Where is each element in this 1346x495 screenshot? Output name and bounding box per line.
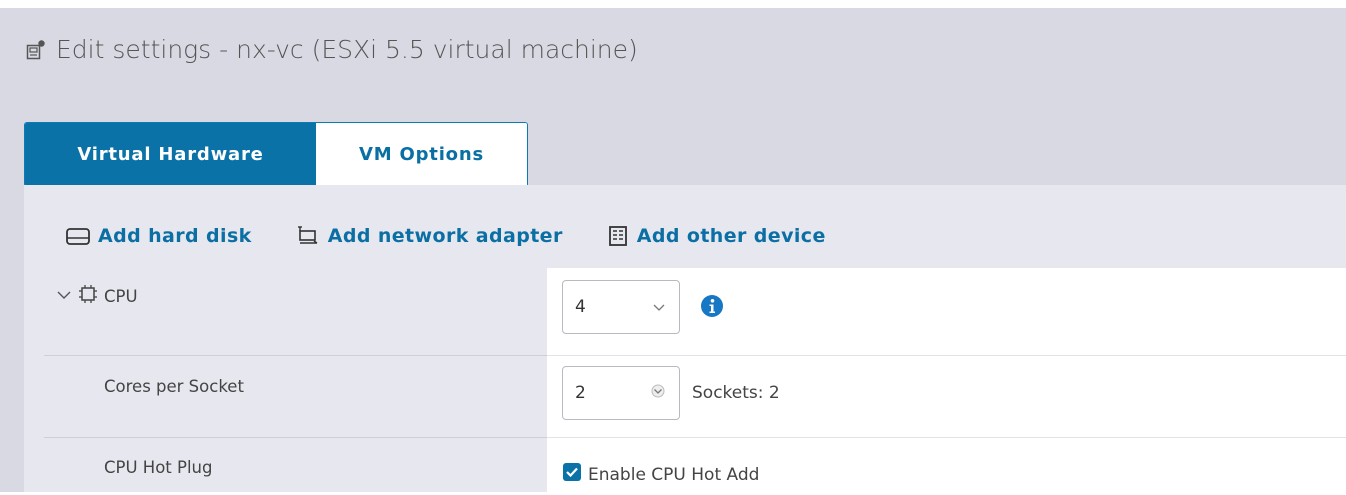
cores-per-socket-row: Cores per Socket 2 Sockets: 2 bbox=[44, 355, 1346, 437]
cpu-label: CPU bbox=[104, 286, 138, 306]
dialog-title: Edit settings - nx-vc (ESXi 5.5 virtual … bbox=[26, 35, 638, 64]
cores-per-socket-value: 2 bbox=[575, 383, 586, 403]
add-hard-disk-button[interactable]: Add hard disk bbox=[66, 225, 252, 247]
cores-per-socket-value-cell: 2 Sockets: 2 bbox=[547, 355, 1346, 437]
checkbox-checked-icon[interactable] bbox=[562, 462, 582, 487]
select-chevron-icon bbox=[651, 383, 665, 403]
other-device-icon bbox=[607, 225, 629, 247]
cpu-value-cell: 4 bbox=[547, 268, 1346, 355]
cpu-count-select[interactable]: 4 bbox=[562, 280, 680, 334]
select-chevron-icon bbox=[653, 297, 665, 317]
add-hard-disk-label: Add hard disk bbox=[98, 225, 252, 247]
cpu-hot-plug-value-cell: Enable CPU Hot Add bbox=[547, 437, 1346, 495]
vm-settings-icon bbox=[26, 39, 46, 61]
tab-vm-options[interactable]: VM Options bbox=[316, 123, 527, 186]
enable-cpu-hot-add[interactable]: Enable CPU Hot Add bbox=[562, 462, 759, 487]
cores-per-socket-select[interactable]: 2 bbox=[562, 366, 680, 420]
cpu-label-cell: CPU bbox=[44, 268, 547, 355]
cpu-hot-plug-row: CPU Hot Plug Enable CPU Hot Add bbox=[44, 437, 1346, 495]
chevron-down-icon[interactable] bbox=[56, 287, 72, 306]
cores-per-socket-label: Cores per Socket bbox=[44, 355, 547, 437]
cpu-count-value: 4 bbox=[575, 297, 586, 317]
enable-cpu-hot-add-label: Enable CPU Hot Add bbox=[588, 464, 760, 485]
hardware-grid: CPU 4 Cores per Socket 2 Sockets: 2 CPU … bbox=[44, 268, 1346, 495]
add-other-device-button[interactable]: Add other device bbox=[607, 225, 826, 247]
dialog-title-text: Edit settings - nx-vc (ESXi 5.5 virtual … bbox=[56, 35, 638, 64]
info-icon[interactable] bbox=[700, 294, 724, 318]
tab-virtual-hardware[interactable]: Virtual Hardware bbox=[25, 123, 316, 186]
hardware-toolbar: Add hard disk Add network adapter Add ot… bbox=[66, 225, 870, 247]
add-network-adapter-button[interactable]: Add network adapter bbox=[296, 225, 563, 247]
add-network-adapter-label: Add network adapter bbox=[327, 225, 563, 247]
edit-settings-dialog: Edit settings - nx-vc (ESXi 5.5 virtual … bbox=[0, 8, 1346, 495]
network-adapter-icon bbox=[296, 226, 320, 246]
cpu-chip-icon bbox=[78, 284, 98, 308]
cpu-hot-plug-label: CPU Hot Plug bbox=[44, 437, 547, 495]
cpu-row: CPU 4 bbox=[44, 268, 1346, 355]
virtual-hardware-panel: Add hard disk Add network adapter Add ot… bbox=[24, 185, 1346, 495]
add-other-device-label: Add other device bbox=[636, 225, 826, 247]
settings-tabs: Virtual Hardware VM Options bbox=[24, 122, 528, 187]
hard-disk-icon bbox=[66, 226, 90, 246]
sockets-count-text: Sockets: 2 bbox=[692, 383, 780, 403]
